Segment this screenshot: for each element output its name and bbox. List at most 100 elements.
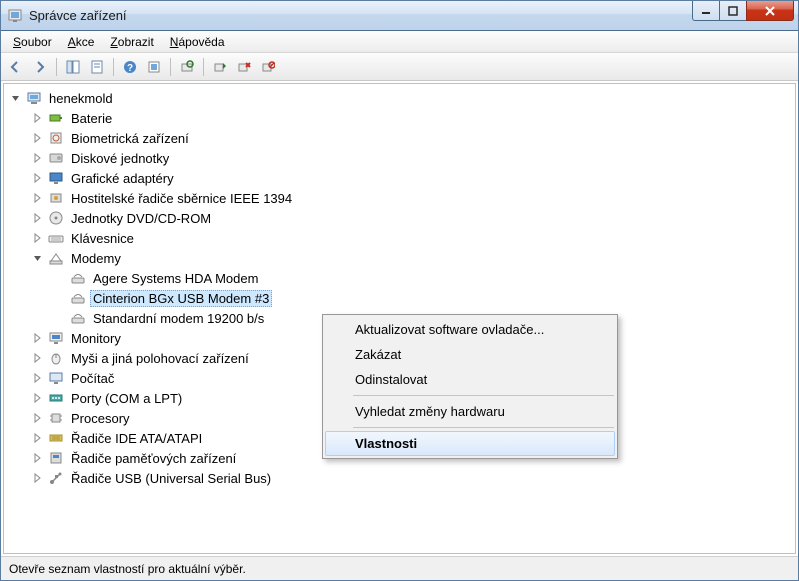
minimize-button[interactable] — [692, 1, 720, 21]
show-hide-tree-button[interactable] — [62, 56, 84, 78]
tree-category[interactable]: Hostitelské řadiče sběrnice IEEE 1394 — [4, 188, 795, 208]
expander-open-icon[interactable] — [10, 92, 22, 104]
toolbar-separator — [113, 58, 114, 76]
expander-none — [54, 312, 66, 324]
update-driver-button[interactable] — [209, 56, 231, 78]
cm-uninstall[interactable]: Odinstalovat — [325, 367, 615, 392]
cdrom-icon — [48, 210, 64, 226]
expander-closed-icon[interactable] — [32, 432, 44, 444]
scan-hardware-button[interactable] — [176, 56, 198, 78]
cm-disable[interactable]: Zakázat — [325, 342, 615, 367]
tree-category[interactable]: Modemy — [4, 248, 795, 268]
tree-item-label: Řadiče paměťových zařízení — [68, 451, 239, 466]
toolbar: ? — [1, 53, 798, 81]
expander-closed-icon[interactable] — [32, 352, 44, 364]
svg-text:?: ? — [127, 63, 133, 74]
forward-button[interactable] — [29, 56, 51, 78]
tree-item-label: Grafické adaptéry — [68, 171, 177, 186]
tree-item-label: Hostitelské řadiče sběrnice IEEE 1394 — [68, 191, 295, 206]
close-button[interactable] — [746, 1, 794, 21]
window-controls — [693, 1, 794, 21]
computer-icon — [48, 370, 64, 386]
ide-icon — [48, 430, 64, 446]
tree-item-label: Monitory — [68, 331, 124, 346]
menu-file[interactable]: Soubor — [5, 33, 60, 51]
expander-closed-icon[interactable] — [32, 392, 44, 404]
tree-item-label: Diskové jednotky — [68, 151, 172, 166]
help-button[interactable]: ? — [119, 56, 141, 78]
menu-view[interactable]: Zobrazit — [102, 33, 161, 51]
modem-device-icon — [70, 290, 86, 306]
tree-item-label: Procesory — [68, 411, 133, 426]
device-manager-window: Správce zařízení Soubor Akce Zobrazit Ná… — [0, 0, 799, 581]
cm-update-driver[interactable]: Aktualizovat software ovladače... — [325, 317, 615, 342]
tree-item-label: Porty (COM a LPT) — [68, 391, 185, 406]
expander-closed-icon[interactable] — [32, 132, 44, 144]
keyboard-icon — [48, 230, 64, 246]
disable-button[interactable] — [257, 56, 279, 78]
tree-root[interactable]: henekmold — [4, 88, 795, 108]
menu-help[interactable]: Nápověda — [162, 33, 233, 51]
tree-category[interactable]: Jednotky DVD/CD-ROM — [4, 208, 795, 228]
expander-closed-icon[interactable] — [32, 232, 44, 244]
properties-toolbar-button[interactable] — [86, 56, 108, 78]
port-icon — [48, 390, 64, 406]
tree-device[interactable]: Cinterion BGx USB Modem #3 — [4, 288, 795, 308]
tree-category[interactable]: Diskové jednotky — [4, 148, 795, 168]
tree-item-label: Řadiče USB (Universal Serial Bus) — [68, 471, 274, 486]
window-title: Správce zařízení — [29, 8, 798, 23]
tree-item-label: Baterie — [68, 111, 115, 126]
cm-properties[interactable]: Vlastnosti — [325, 431, 615, 456]
maximize-button[interactable] — [719, 1, 747, 21]
expander-open-icon[interactable] — [32, 252, 44, 264]
usb-icon — [48, 470, 64, 486]
expander-closed-icon[interactable] — [32, 212, 44, 224]
biometric-icon — [48, 130, 64, 146]
cm-separator — [353, 427, 614, 428]
tree-category[interactable]: Klávesnice — [4, 228, 795, 248]
monitor-icon — [48, 330, 64, 346]
titlebar[interactable]: Správce zařízení — [1, 1, 798, 31]
status-text: Otevře seznam vlastností pro aktuální vý… — [9, 562, 246, 576]
tree-item-label: henekmold — [46, 91, 116, 106]
cpu-icon — [48, 410, 64, 426]
menu-action[interactable]: Akce — [60, 33, 103, 51]
expander-closed-icon[interactable] — [32, 412, 44, 424]
app-icon — [7, 8, 23, 24]
menubar: Soubor Akce Zobrazit Nápověda — [1, 31, 798, 53]
tree-item-label: Biometrická zařízení — [68, 131, 192, 146]
tree-item-label: Řadiče IDE ATA/ATAPI — [68, 431, 205, 446]
modem-device-icon — [70, 270, 86, 286]
tree-item-label: Klávesnice — [68, 231, 137, 246]
toolbar-separator — [56, 58, 57, 76]
expander-closed-icon[interactable] — [32, 192, 44, 204]
tree-category[interactable]: Grafické adaptéry — [4, 168, 795, 188]
expander-closed-icon[interactable] — [32, 152, 44, 164]
toolbar-separator — [203, 58, 204, 76]
content-area: henekmold Baterie Biometrická zařízení Disk… — [3, 83, 796, 554]
expander-closed-icon[interactable] — [32, 172, 44, 184]
uninstall-button[interactable] — [233, 56, 255, 78]
tree-item-label: Agere Systems HDA Modem — [90, 271, 261, 286]
tree-category[interactable]: Biometrická zařízení — [4, 128, 795, 148]
display-icon — [48, 170, 64, 186]
expander-closed-icon[interactable] — [32, 452, 44, 464]
expander-none — [54, 292, 66, 304]
expander-closed-icon[interactable] — [32, 372, 44, 384]
storage-icon — [48, 450, 64, 466]
expander-closed-icon[interactable] — [32, 332, 44, 344]
expander-closed-icon[interactable] — [32, 112, 44, 124]
tree-device[interactable]: Agere Systems HDA Modem — [4, 268, 795, 288]
back-button[interactable] — [5, 56, 27, 78]
tree-item-label: Cinterion BGx USB Modem #3 — [90, 290, 272, 307]
action-button[interactable] — [143, 56, 165, 78]
cm-scan[interactable]: Vyhledat změny hardwaru — [325, 399, 615, 424]
computer-root-icon — [26, 90, 42, 106]
expander-closed-icon[interactable] — [32, 472, 44, 484]
tree-item-label: Myši a jiná polohovací zařízení — [68, 351, 252, 366]
tree-category[interactable]: Baterie — [4, 108, 795, 128]
context-menu: Aktualizovat software ovladače... Zakáza… — [322, 314, 618, 459]
tree-item-label: Jednotky DVD/CD-ROM — [68, 211, 214, 226]
battery-icon — [48, 110, 64, 126]
tree-category[interactable]: Řadiče USB (Universal Serial Bus) — [4, 468, 795, 488]
